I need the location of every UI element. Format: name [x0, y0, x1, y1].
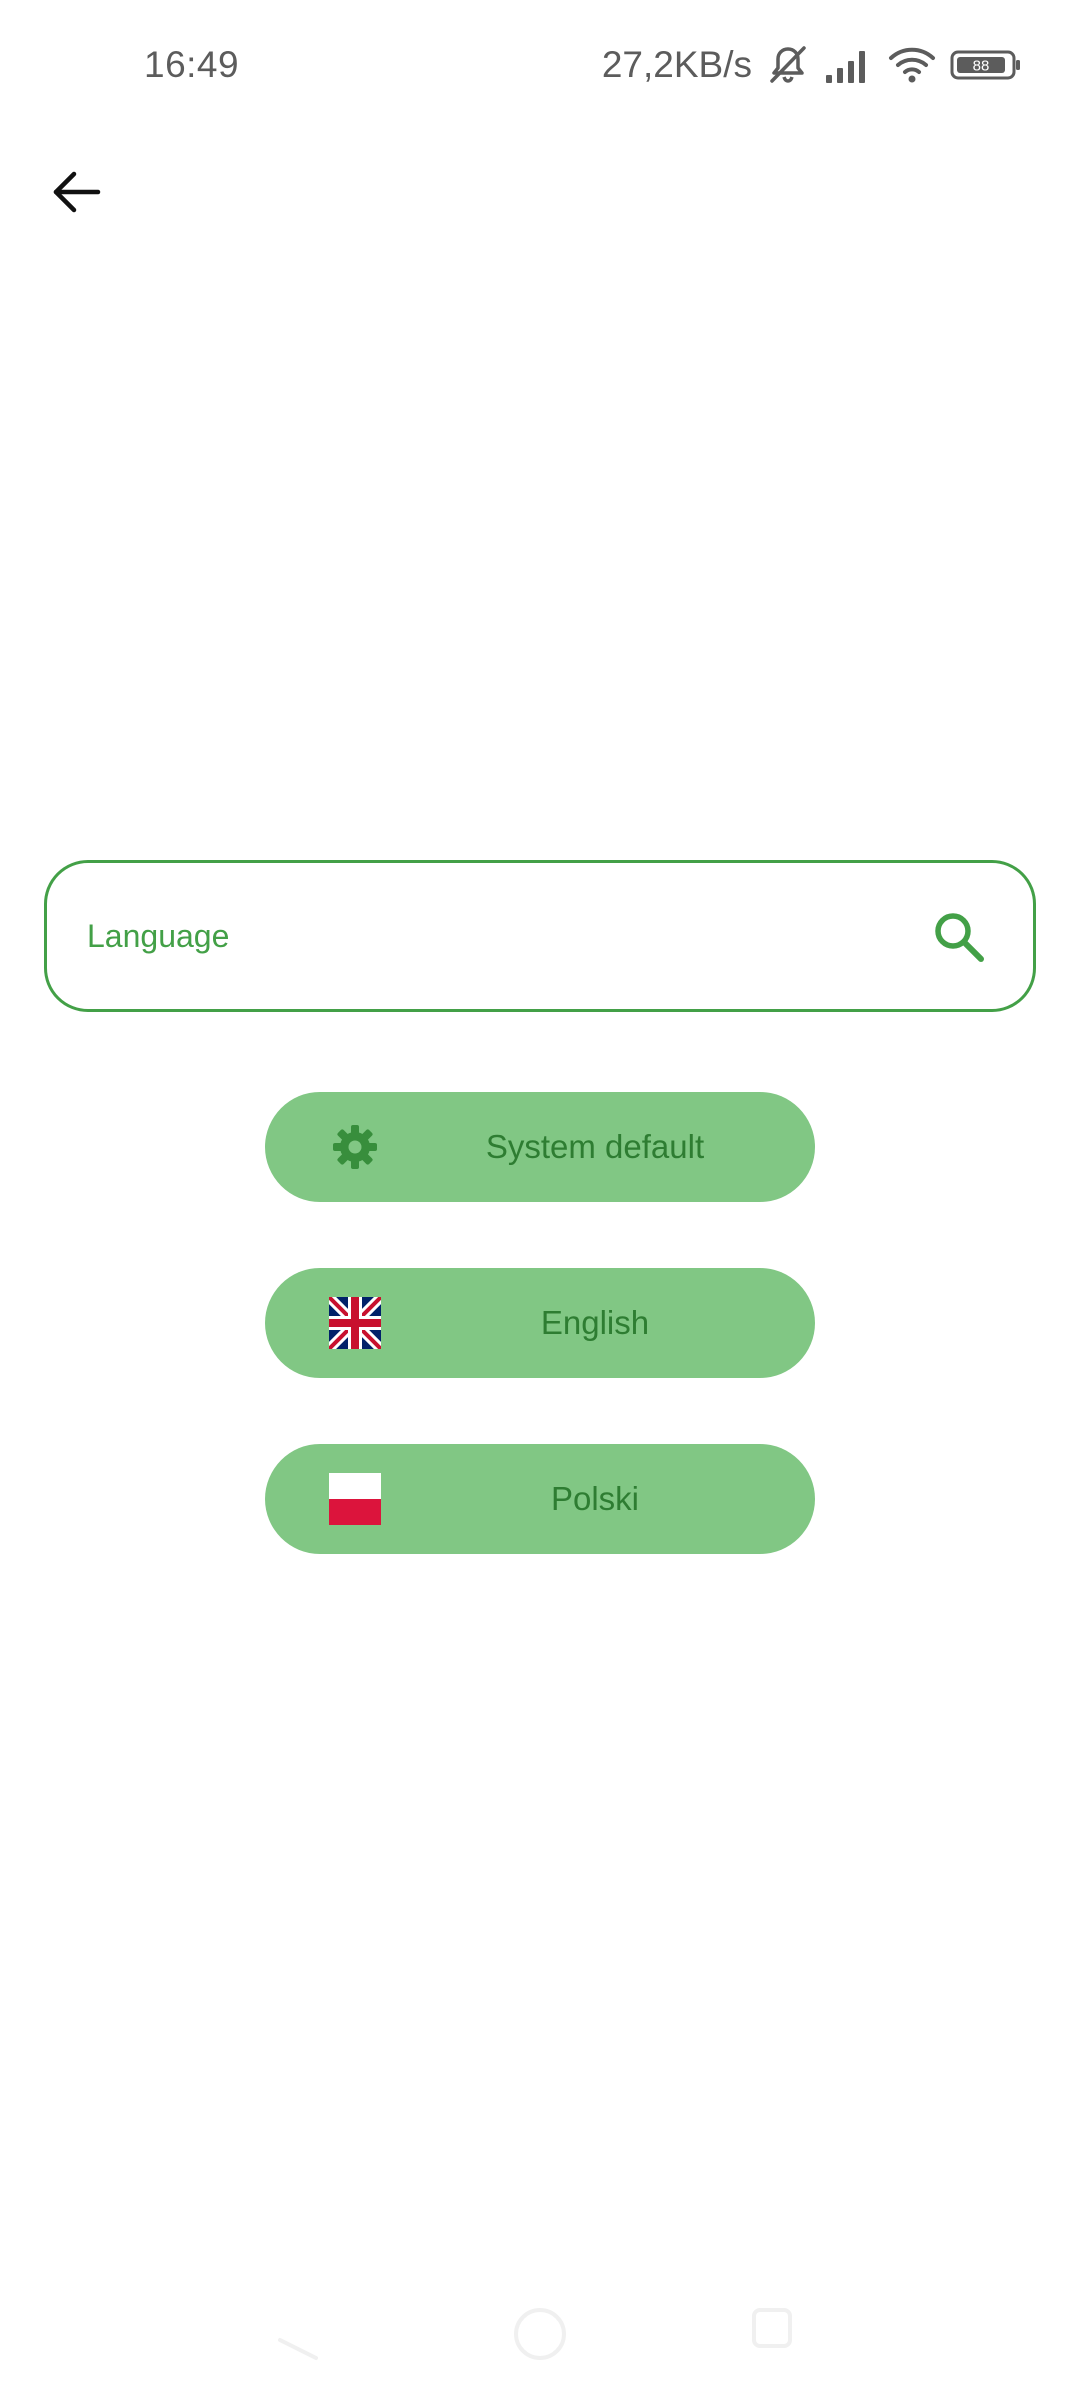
language-option-polski[interactable]: Polski	[265, 1444, 815, 1554]
language-search-input[interactable]	[87, 863, 907, 1009]
nav-recents-button[interactable]	[748, 2304, 796, 2352]
uk-flag-icon	[329, 1296, 381, 1350]
nav-back-icon	[278, 2338, 318, 2360]
language-search-field[interactable]	[44, 860, 1036, 1012]
nav-home-icon	[514, 2308, 566, 2360]
arrow-back-icon	[53, 171, 101, 213]
battery-level: 88	[973, 58, 990, 75]
status-time: 16:49	[144, 44, 240, 85]
gear-icon	[329, 1120, 381, 1174]
language-option-system-default[interactable]: System default	[265, 1092, 815, 1202]
nav-recents-icon	[752, 2308, 792, 2348]
search-button[interactable]	[929, 907, 989, 967]
navigation-bar	[0, 2290, 1080, 2400]
nav-home-button[interactable]	[508, 2302, 572, 2366]
back-button[interactable]	[36, 152, 116, 232]
language-option-label: English	[540, 1304, 650, 1341]
signal-icon	[826, 51, 865, 83]
status-icons: 27,2KB/s 88	[602, 40, 1022, 90]
language-option-label: Polski	[550, 1480, 640, 1517]
language-option-english[interactable]: English	[265, 1268, 815, 1378]
network-speed: 27,2KB/s	[601, 44, 752, 85]
wifi-icon	[889, 47, 935, 83]
status-bar: 16:49 27,2KB/s 88	[0, 0, 1080, 130]
search-icon	[935, 913, 984, 962]
poland-flag-icon	[329, 1472, 381, 1526]
nav-back-button[interactable]	[270, 2310, 330, 2370]
language-option-label: System default	[485, 1128, 705, 1165]
mute-bell-icon	[770, 46, 806, 83]
battery-icon: 88	[950, 50, 1020, 80]
